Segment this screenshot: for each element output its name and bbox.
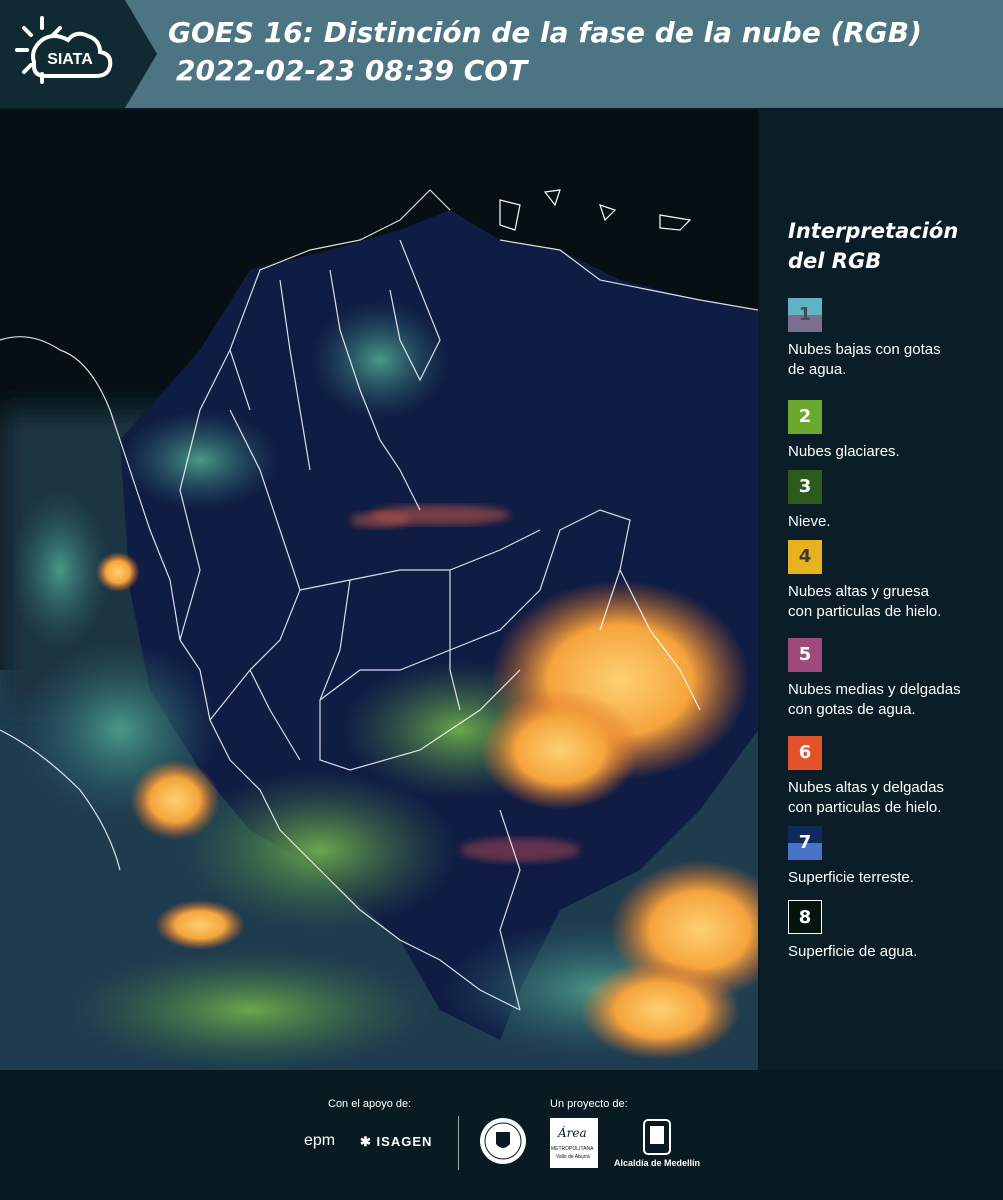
legend-swatch: 1 <box>788 298 822 332</box>
cloud-streak-2 <box>350 512 410 528</box>
logo-text: SIATA <box>47 51 93 68</box>
cloud-teal-2 <box>120 410 280 510</box>
legend-item-1: 1 Nubes bajas con gotas de agua. <box>788 298 998 380</box>
legend-swatch: 7 <box>788 826 822 860</box>
legend-label-line-1: Nubes glaciares. <box>788 443 900 460</box>
legend-swatch: 5 <box>788 638 822 672</box>
legend-label-line-1: Nubes bajas con gotas <box>788 341 941 358</box>
legend-label: Nubes medias y delgadas con gotas de agua… <box>788 680 998 720</box>
legend-number: 5 <box>798 644 812 665</box>
legend-number: 8 <box>798 907 812 928</box>
cloud-high-southeast-2 <box>580 960 740 1060</box>
legend-number: 7 <box>798 832 812 853</box>
cloud-teal-1 <box>310 300 450 420</box>
legend-item-6: 6 Nubes altas y delgadas con particulas de… <box>788 736 998 818</box>
legend-label: Superficie de agua. <box>788 942 998 962</box>
area-logo-line-2: METROPOLITANA <box>551 1146 594 1152</box>
header: SIATA GOES 16: Distinción de la fase de … <box>0 0 1003 108</box>
legend-number: 2 <box>798 406 812 427</box>
isagen-label: ISAGEN <box>376 1134 433 1149</box>
legend-item-7: 7 Superficie terreste. <box>788 826 998 888</box>
area-metropolitana-logo: Área METROPOLITANA Valle de Aburrá <box>550 1118 598 1168</box>
logo-arrow <box>125 0 157 108</box>
legend-label-line-1: Nubes medias y delgadas <box>788 681 961 698</box>
legend-swatch: 8 <box>788 900 822 934</box>
legend-label: Nubes glaciares. <box>788 442 998 462</box>
title-line-2: 2022-02-23 08:39 COT <box>176 54 528 87</box>
medellin-coat-of-arms-icon <box>643 1119 671 1155</box>
legend-swatch: 2 <box>788 400 822 434</box>
cloud-high-west <box>130 760 220 840</box>
legend-label-line-1: Nieve. <box>788 513 831 530</box>
legend-label-line-1: Nubes altas y gruesa <box>788 583 929 600</box>
legend-label: Nubes altas y gruesa con particulas de hi… <box>788 582 998 622</box>
legend-item-4: 4 Nubes altas y gruesa con particulas de h… <box>788 540 998 622</box>
page-title: GOES 16: Distinción de la fase de la nub… <box>168 14 922 90</box>
legend-swatch: 6 <box>788 736 822 770</box>
legend-title-line-2: del RGB <box>788 249 882 273</box>
legend-swatch: 4 <box>788 540 822 574</box>
cloud-teal-5 <box>10 490 110 650</box>
title-line-1: GOES 16: Distinción de la fase de la nub… <box>168 16 922 49</box>
project-label: Un proyecto de: <box>550 1098 628 1110</box>
siata-logo: SIATA <box>15 16 113 84</box>
area-logo-line-3: Valle de Aburrá <box>556 1154 590 1160</box>
alcaldia-label: Alcaldía de Medellín <box>614 1158 701 1168</box>
cloud-high-pacific <box>96 552 140 592</box>
legend-number: 6 <box>798 742 812 763</box>
legend-label: Nubes bajas con gotas de agua. <box>788 340 998 380</box>
legend-label: Nieve. <box>788 512 998 532</box>
legend-title: Interpretación del RGB <box>788 216 998 276</box>
support-label: Con el apoyo de: <box>328 1098 412 1110</box>
map-image <box>0 110 758 1070</box>
cloud-high-southwest <box>155 900 245 950</box>
cloud-green-3 <box>70 950 430 1070</box>
seal-icon <box>480 1118 526 1164</box>
legend-label-line-1: Superficie terreste. <box>788 869 914 886</box>
legend-item-3: 3 Nieve. <box>788 470 998 532</box>
satellite-map <box>0 110 758 1070</box>
isagen-logo: ✱ ISAGEN <box>360 1134 432 1150</box>
area-logo-line-1: Área <box>558 1126 587 1140</box>
legend-label: Nubes altas y delgadas con particulas de … <box>788 778 998 818</box>
legend-item-2: 2 Nubes glaciares. <box>788 400 998 462</box>
legend-swatch: 3 <box>788 470 822 504</box>
isagen-icon: ✱ <box>360 1134 372 1149</box>
legend-label-line-2: de agua. <box>788 361 847 378</box>
epm-logo: epm <box>304 1132 336 1149</box>
legend-label-line-1: Superficie de agua. <box>788 943 918 960</box>
legend-number: 3 <box>798 476 812 497</box>
legend-item-5: 5 Nubes medias y delgadas con gotas de agu… <box>788 638 998 720</box>
legend-number: 1 <box>798 304 812 325</box>
cloud-high-east-2 <box>480 690 640 810</box>
legend-label-line-2: con particulas de hielo. <box>788 603 942 620</box>
legend-number: 4 <box>798 546 812 567</box>
footer: Con el apoyo de: Un proyecto de: epm ✱ I… <box>0 1070 1003 1200</box>
footer-divider <box>458 1116 459 1170</box>
legend-label-line-1: Nubes altas y delgadas <box>788 779 944 796</box>
legend-item-8: 8 Superficie de agua. <box>788 900 998 962</box>
legend-panel: Interpretación del RGB 1 Nubes bajas con … <box>760 110 1003 1070</box>
legend-label: Superficie terreste. <box>788 868 998 888</box>
legend-label-line-2: con gotas de agua. <box>788 701 916 718</box>
logo-block: SIATA <box>0 0 125 108</box>
legend-title-line-1: Interpretación <box>788 219 959 243</box>
legend-label-line-2: con particulas de hielo. <box>788 799 942 816</box>
cloud-streak-3 <box>460 838 580 862</box>
